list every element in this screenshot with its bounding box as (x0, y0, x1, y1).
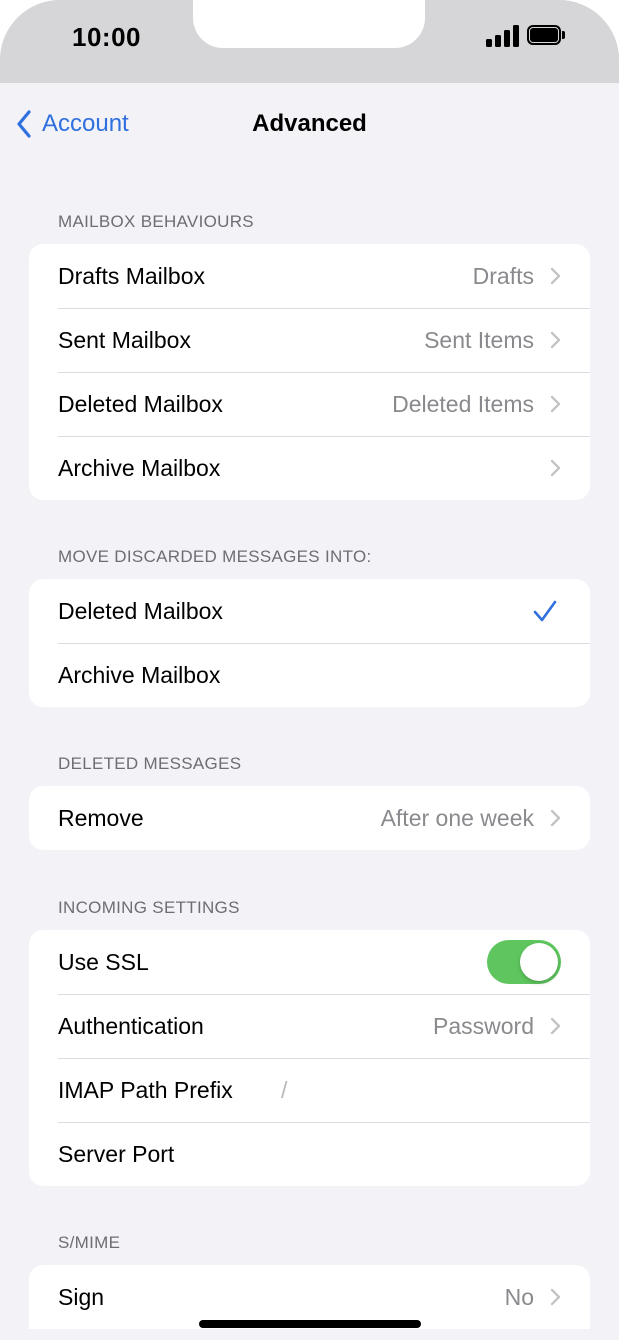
row-label: Archive Mailbox (58, 661, 221, 688)
navigation-bar: Account Advanced (0, 83, 619, 163)
row-value: Drafts (472, 262, 534, 289)
imap-path-prefix-row: IMAP Path Prefix / (29, 1058, 590, 1122)
status-time: 10:00 (72, 22, 141, 52)
row-label: Drafts Mailbox (58, 262, 205, 289)
incoming-settings-group: Use SSL Authentication Password IMAP Pat… (29, 930, 590, 1186)
row-value: After one week (380, 804, 534, 831)
authentication-row[interactable]: Authentication Password (29, 994, 590, 1058)
deleted-messages-group: Remove After one week (29, 786, 590, 850)
section-header-incoming-settings: INCOMING SETTINGS (58, 898, 240, 917)
row-label: Remove (58, 804, 144, 831)
row-value: No (504, 1283, 534, 1310)
discard-to-archive-mailbox-option[interactable]: Archive Mailbox (29, 643, 590, 707)
chevron-right-icon (550, 395, 561, 413)
sent-mailbox-row[interactable]: Sent Mailbox Sent Items (29, 308, 590, 372)
row-label: Sign (58, 1283, 105, 1310)
row-label: Server Port (58, 1140, 175, 1167)
chevron-right-icon (550, 1288, 561, 1306)
row-label: Use SSL (58, 948, 149, 975)
home-indicator[interactable] (199, 1320, 421, 1328)
chevron-right-icon (550, 459, 561, 477)
use-ssl-toggle[interactable] (487, 940, 561, 984)
notch (193, 0, 425, 48)
phone-frame: 10:00 Account Advanced MAILBOX BEHAVIOUR… (0, 0, 619, 1340)
use-ssl-row: Use SSL (29, 930, 590, 994)
screen: 10:00 Account Advanced MAILBOX BEHAVIOUR… (0, 0, 619, 1340)
deleted-mailbox-row[interactable]: Deleted Mailbox Deleted Items (29, 372, 590, 436)
mailbox-behaviours-group: Drafts Mailbox Drafts Sent Mailbox Sent … (29, 244, 590, 500)
chevron-right-icon (550, 809, 561, 827)
chevron-right-icon (550, 331, 561, 349)
row-label: Deleted Mailbox (58, 390, 223, 417)
move-discarded-group: Deleted Mailbox Archive Mailbox (29, 579, 590, 707)
row-value: Password (433, 1012, 534, 1039)
battery-icon (527, 25, 566, 45)
row-value: Deleted Items (392, 390, 534, 417)
chevron-right-icon (550, 267, 561, 285)
row-label: Deleted Mailbox (58, 597, 223, 624)
section-header-deleted-messages: DELETED MESSAGES (58, 754, 242, 773)
remove-row[interactable]: Remove After one week (29, 786, 590, 850)
row-label: Sent Mailbox (58, 326, 191, 353)
drafts-mailbox-row[interactable]: Drafts Mailbox Drafts (29, 244, 590, 308)
chevron-right-icon (550, 1017, 561, 1035)
row-label: IMAP Path Prefix (58, 1076, 233, 1103)
cellular-signal-icon (486, 25, 520, 47)
server-port-row[interactable]: Server Port (29, 1122, 590, 1186)
row-label: Authentication (58, 1012, 204, 1039)
section-header-smime: S/MIME (58, 1233, 121, 1252)
page-title: Advanced (252, 110, 367, 137)
archive-mailbox-row[interactable]: Archive Mailbox (29, 436, 590, 500)
toggle-knob (520, 943, 558, 981)
section-header-move-discarded: MOVE DISCARDED MESSAGES INTO: (58, 547, 372, 566)
checkmark-icon (533, 600, 557, 622)
row-value: Sent Items (424, 326, 534, 353)
discard-to-deleted-mailbox-option[interactable]: Deleted Mailbox (29, 579, 590, 643)
status-bar: 10:00 (0, 0, 619, 83)
imap-path-prefix-field[interactable]: / (281, 1077, 287, 1104)
section-header-mailbox-behaviours: MAILBOX BEHAVIOURS (58, 212, 254, 231)
row-label: Archive Mailbox (58, 454, 221, 481)
